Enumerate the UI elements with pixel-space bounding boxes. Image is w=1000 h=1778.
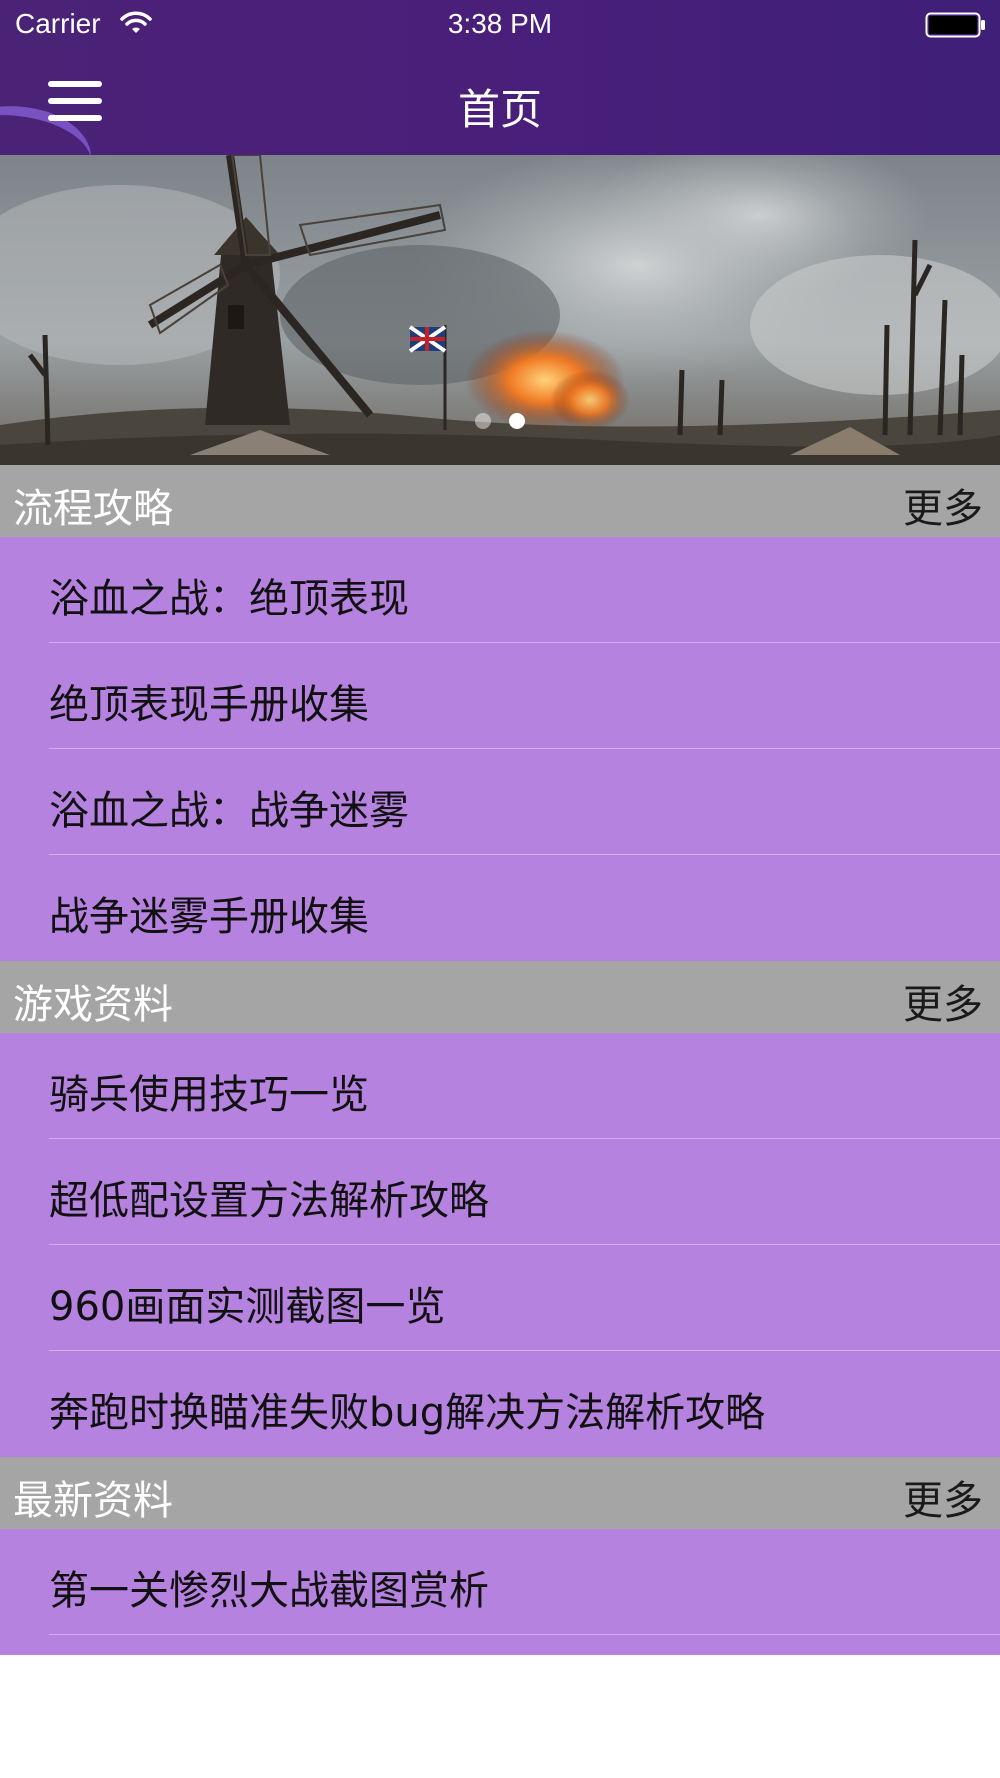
section-header-game-info: 游戏资料 更多	[0, 961, 1000, 1033]
list-item-label: 超低配设置方法解析攻略	[49, 1178, 489, 1224]
list-item[interactable]: 奔跑时换瞄准失败bug解决方法解析攻略	[0, 1351, 1000, 1457]
section-list-walkthrough: 浴血之战：绝顶表现 绝顶表现手册收集 浴血之战：战争迷雾 战争迷雾手册收集	[0, 537, 1000, 961]
list-item-label: 浴血之战：绝顶表现	[49, 576, 409, 622]
page-indicator[interactable]	[0, 413, 1000, 429]
list-item[interactable]: 浴血之战：战争迷雾	[0, 749, 1000, 855]
more-button[interactable]: 更多	[903, 476, 983, 534]
navigation-bar: 首页	[0, 50, 1000, 155]
list-item[interactable]: 骑兵使用技巧一览	[0, 1033, 1000, 1139]
list-item-label: 战争迷雾手册收集	[49, 894, 369, 940]
content-list: 流程攻略 更多 浴血之战：绝顶表现 绝顶表现手册收集 浴血之战：战争迷雾 战争迷…	[0, 465, 1000, 1655]
status-bar: Carrier 3:38 PM	[0, 0, 1000, 50]
list-continuation	[0, 1635, 1000, 1655]
list-item[interactable]: 960画面实测截图一览	[0, 1245, 1000, 1351]
banner-carousel[interactable]	[0, 155, 1000, 465]
list-item-label: 奔跑时换瞄准失败bug解决方法解析攻略	[49, 1390, 766, 1436]
list-item[interactable]: 浴血之战：绝顶表现	[0, 537, 1000, 643]
section-header-walkthrough: 流程攻略 更多	[0, 465, 1000, 537]
app-screen: Carrier 3:38 PM 首页 流程攻略 更多 浴血之战：绝顶表现 绝顶表…	[0, 0, 1000, 1778]
list-item-label: 骑兵使用技巧一览	[49, 1072, 369, 1118]
list-item[interactable]: 第一关惨烈大战截图赏析	[0, 1529, 1000, 1635]
section-title: 最新资料	[13, 1478, 173, 1524]
more-button[interactable]: 更多	[903, 972, 983, 1030]
list-item-label: 绝顶表现手册收集	[49, 682, 369, 728]
list-item-label: 浴血之战：战争迷雾	[49, 788, 409, 834]
section-title: 游戏资料	[13, 982, 173, 1028]
list-item-label: 960画面实测截图一览	[49, 1284, 446, 1330]
page-title: 首页	[457, 85, 542, 134]
section-list-game-info: 骑兵使用技巧一览 超低配设置方法解析攻略 960画面实测截图一览 奔跑时换瞄准失…	[0, 1033, 1000, 1457]
page-dot-1[interactable]	[475, 413, 491, 429]
section-header-latest-info: 最新资料 更多	[0, 1457, 1000, 1529]
top-bar: Carrier 3:38 PM 首页	[0, 0, 1000, 155]
page-dot-2-active[interactable]	[509, 413, 525, 429]
more-button[interactable]: 更多	[903, 1468, 983, 1526]
section-title: 流程攻略	[13, 486, 173, 532]
battery-icon	[925, 12, 987, 42]
list-item[interactable]: 战争迷雾手册收集	[0, 855, 1000, 961]
section-list-latest-info: 第一关惨烈大战截图赏析	[0, 1529, 1000, 1655]
list-item-label: 第一关惨烈大战截图赏析	[49, 1568, 489, 1614]
hamburger-menu-icon[interactable]	[48, 80, 102, 122]
list-item[interactable]: 绝顶表现手册收集	[0, 643, 1000, 749]
status-time: 3:38 PM	[447, 8, 553, 39]
list-item[interactable]: 超低配设置方法解析攻略	[0, 1139, 1000, 1245]
